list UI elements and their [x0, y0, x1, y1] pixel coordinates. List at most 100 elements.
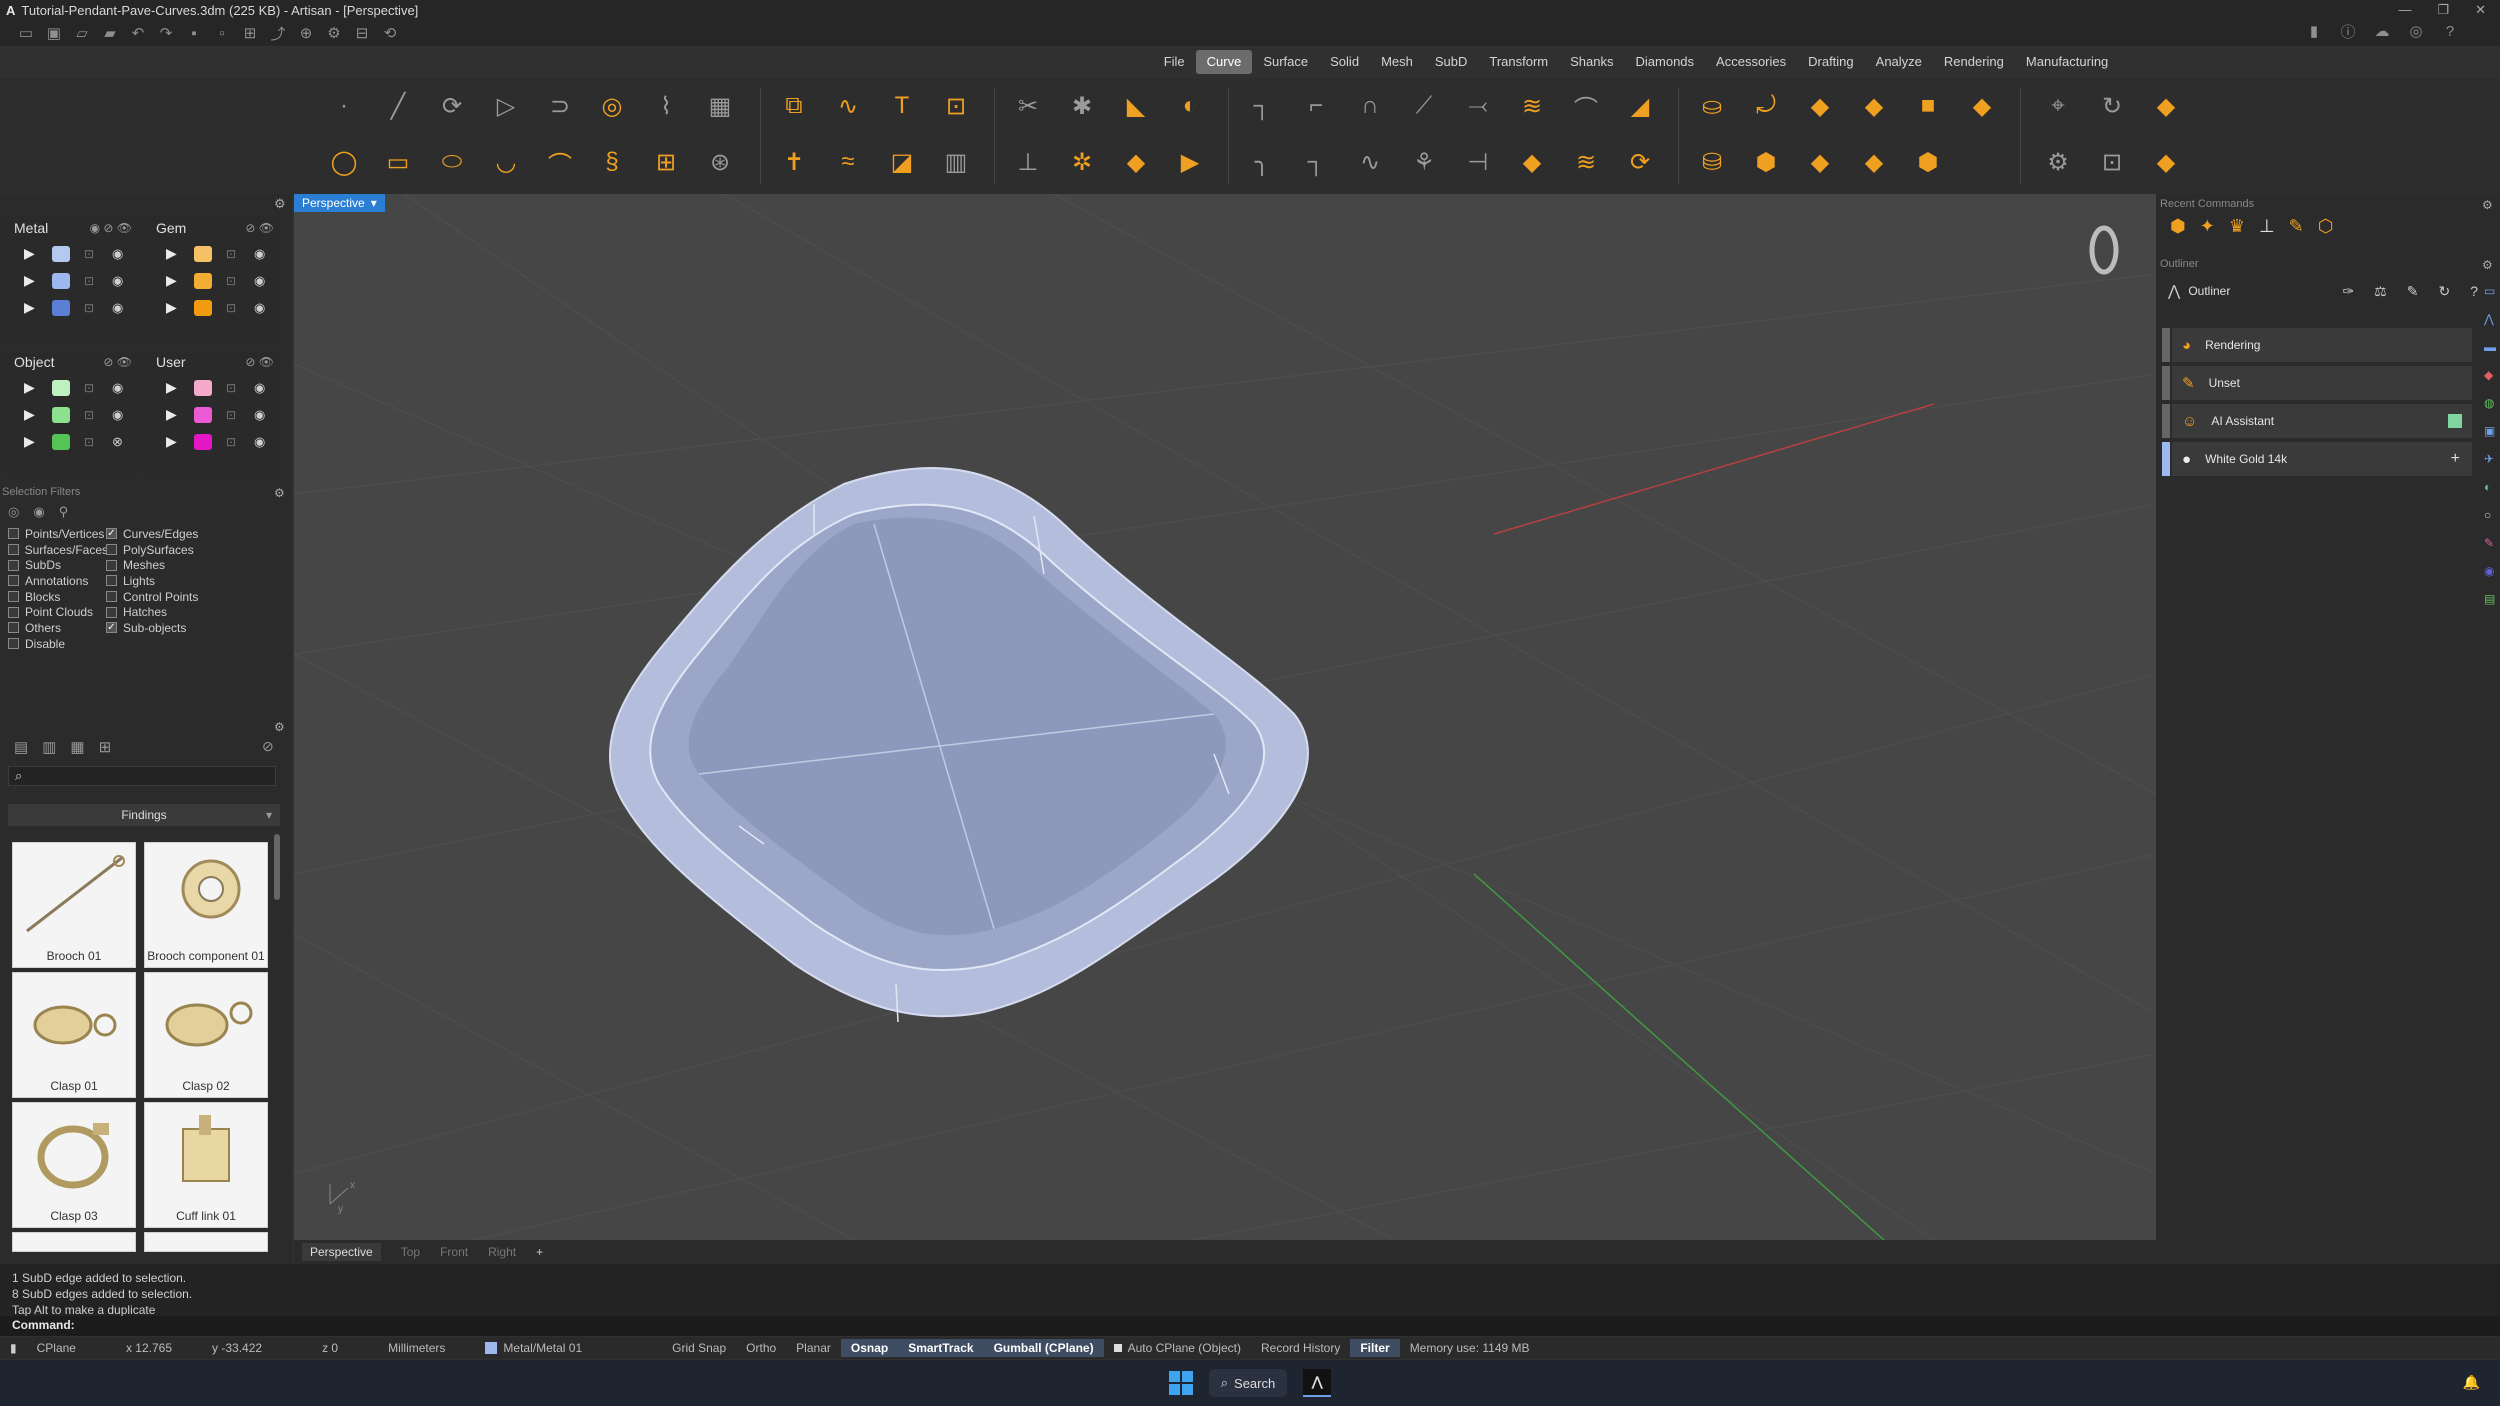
surface-c-icon[interactable]: ◆ — [1512, 142, 1552, 182]
command-prompt[interactable]: Command: — [0, 1316, 2500, 1336]
layer-color-swatch[interactable] — [194, 272, 212, 289]
library-item-clasp-01[interactable]: Clasp 01 — [12, 972, 136, 1098]
measure-icon[interactable]: ⌖ — [2038, 86, 2078, 126]
bezel-icon[interactable]: ⛀ — [1692, 86, 1732, 126]
sketch-curve-icon[interactable]: ∿ — [828, 86, 868, 126]
filter-control-points[interactable]: Control Points — [106, 589, 276, 605]
eye-icon[interactable]: ◉ — [254, 273, 268, 289]
fillet-corner-icon[interactable]: ┐ — [1242, 86, 1282, 126]
menu-subd[interactable]: SubD — [1424, 50, 1479, 74]
menu-diamonds[interactable]: Diamonds — [1625, 50, 1706, 74]
filter-polysurfaces[interactable]: PolySurfaces — [106, 542, 276, 558]
properties-icon[interactable]: ⋀ — [2484, 312, 2496, 326]
filter-blocks[interactable]: Blocks — [8, 589, 108, 605]
rectangle-tool-icon[interactable]: ▭ — [378, 142, 418, 182]
eye-icon[interactable]: ◉ — [112, 300, 126, 316]
circle-tool-icon[interactable]: ◯ — [324, 142, 364, 182]
menu-analyze[interactable]: Analyze — [1865, 50, 1933, 74]
recent-brush-icon[interactable]: ✎ — [2289, 216, 2304, 237]
filter-points-vertices[interactable]: Points/Vertices — [8, 526, 108, 542]
polyline-tool-icon[interactable]: ⟳ — [432, 86, 472, 126]
arc-tool-icon[interactable]: ◡ — [486, 142, 526, 182]
viewport-perspective[interactable]: x y — [294, 194, 2156, 1240]
eye-icon[interactable]: ◉ — [112, 407, 126, 423]
library-item-brooch-component-01[interactable]: Brooch component 01 — [144, 842, 268, 968]
status-units[interactable]: Millimeters — [378, 1339, 455, 1357]
toggle-osnap[interactable]: Osnap — [840, 1339, 899, 1357]
filter-hatches[interactable]: Hatches — [106, 604, 276, 620]
eye-icon[interactable]: ◉ — [254, 407, 268, 423]
layer-color-swatch[interactable] — [194, 433, 212, 450]
viewport-label[interactable]: Perspective ▾ — [294, 194, 385, 212]
polygon-grid-icon[interactable]: ⊞ — [646, 142, 686, 182]
spiral-icon[interactable]: ◎ — [592, 86, 632, 126]
fill-a-icon[interactable]: ◆ — [1116, 142, 1156, 182]
layer-color-swatch[interactable] — [194, 299, 212, 316]
globe-icon[interactable]: ◉ — [2484, 564, 2496, 578]
text-tool-icon[interactable]: T — [882, 86, 922, 126]
outliner-settings-icon[interactable]: ⚙ — [2482, 258, 2493, 272]
curve-interp-icon[interactable]: ⊃ — [540, 86, 580, 126]
history-icon[interactable]: ↻ — [2092, 86, 2132, 126]
info-icon[interactable]: ⓘ — [2338, 22, 2358, 41]
menu-transform[interactable]: Transform — [1478, 50, 1559, 74]
toggle-planar[interactable]: Planar — [786, 1339, 841, 1357]
menu-solid[interactable]: Solid — [1319, 50, 1370, 74]
eye-icon[interactable]: ◉ — [254, 380, 268, 396]
toggle-auto-cplane[interactable]: Auto CPlane (Object) — [1104, 1339, 1251, 1357]
undo-icon[interactable]: ↶ — [128, 24, 148, 42]
minimize-button[interactable]: — — [2398, 2, 2411, 18]
filter-point-clouds[interactable]: Point Clouds — [8, 604, 108, 620]
edit-icon[interactable]: ✎ — [2407, 283, 2419, 300]
gem-c-icon[interactable]: ◆ — [1854, 142, 1894, 182]
menu-curve[interactable]: Curve — [1195, 50, 1253, 74]
fill-b-icon[interactable]: ▶ — [1170, 142, 1210, 182]
panel-toggle-icon[interactable]: ▮ — [2304, 22, 2324, 40]
arch-icon[interactable]: ∩ — [1350, 86, 1390, 126]
layer-color-swatch[interactable] — [52, 299, 70, 316]
recent-settings-icon[interactable]: ⚙ — [2482, 198, 2493, 212]
taskbar-search[interactable]: ⌕ Search — [1208, 1369, 1288, 1397]
filter-annotations[interactable]: Annotations — [8, 573, 108, 589]
status-layer[interactable]: Metal/Metal 01 — [475, 1339, 592, 1357]
play-icon[interactable]: ▶ — [24, 433, 38, 450]
recent-tool-icon[interactable]: ⊥ — [2259, 216, 2275, 237]
library-item-cuff-link-01[interactable]: Cuff link 01 — [144, 1102, 268, 1228]
library-item-brooch-01[interactable]: Brooch 01 — [12, 842, 136, 968]
play-icon[interactable]: ▶ — [166, 379, 180, 396]
split-icon[interactable]: ✂ — [1008, 86, 1048, 126]
eye-icon[interactable]: ◉ — [254, 300, 268, 316]
close-button[interactable]: ✕ — [2475, 2, 2486, 18]
layer-color-swatch[interactable] — [52, 406, 70, 423]
layers-icon[interactable]: ▭ — [2484, 284, 2496, 298]
lock-icon[interactable]: ⊡ — [226, 301, 240, 315]
toggle-record-history[interactable]: Record History — [1251, 1339, 1350, 1357]
join-icon[interactable]: ⊥ — [1008, 142, 1048, 182]
filter-subds[interactable]: SubDs — [8, 557, 108, 573]
outliner-item-rendering[interactable]: ◕ Rendering — [2162, 328, 2472, 362]
lock-icon[interactable]: ⊡ — [226, 381, 240, 395]
box-icon[interactable]: ■ — [1908, 86, 1948, 126]
save-as-icon[interactable]: ▫ — [212, 24, 232, 42]
lock-icon[interactable]: ⊡ — [226, 408, 240, 422]
eye-icon[interactable]: ◉ — [254, 434, 268, 450]
explode-icon[interactable]: ✱ — [1062, 86, 1102, 126]
blend-icon[interactable]: ⟋ — [1404, 86, 1444, 126]
recent-gem-icon[interactable]: ⬢ — [2170, 216, 2186, 237]
settings-icon[interactable]: ⚙ — [324, 24, 344, 42]
lock-icon[interactable]: ⊕ — [296, 24, 316, 42]
viewport-canvas[interactable]: x y — [294, 194, 2156, 1240]
bezel-b-icon[interactable]: ⛁ — [1692, 142, 1732, 182]
redo-icon[interactable]: ↷ — [156, 24, 176, 42]
project-curve-icon[interactable]: ⧉ — [774, 86, 814, 126]
branch-icon[interactable]: ⚘ — [1404, 142, 1444, 182]
play-icon[interactable]: ▶ — [166, 299, 180, 316]
lock-icon[interactable]: ⊡ — [226, 274, 240, 288]
cloud-icon[interactable]: ☁ — [2372, 22, 2392, 40]
menu-rendering[interactable]: Rendering — [1933, 50, 2015, 74]
texture-icon[interactable]: ◐ — [2484, 480, 2496, 494]
library-item-partial[interactable] — [144, 1232, 268, 1252]
layer-color-swatch[interactable] — [194, 379, 212, 396]
material-icon[interactable]: ◆ — [2484, 368, 2496, 382]
point-tool-icon[interactable]: · — [324, 86, 364, 126]
